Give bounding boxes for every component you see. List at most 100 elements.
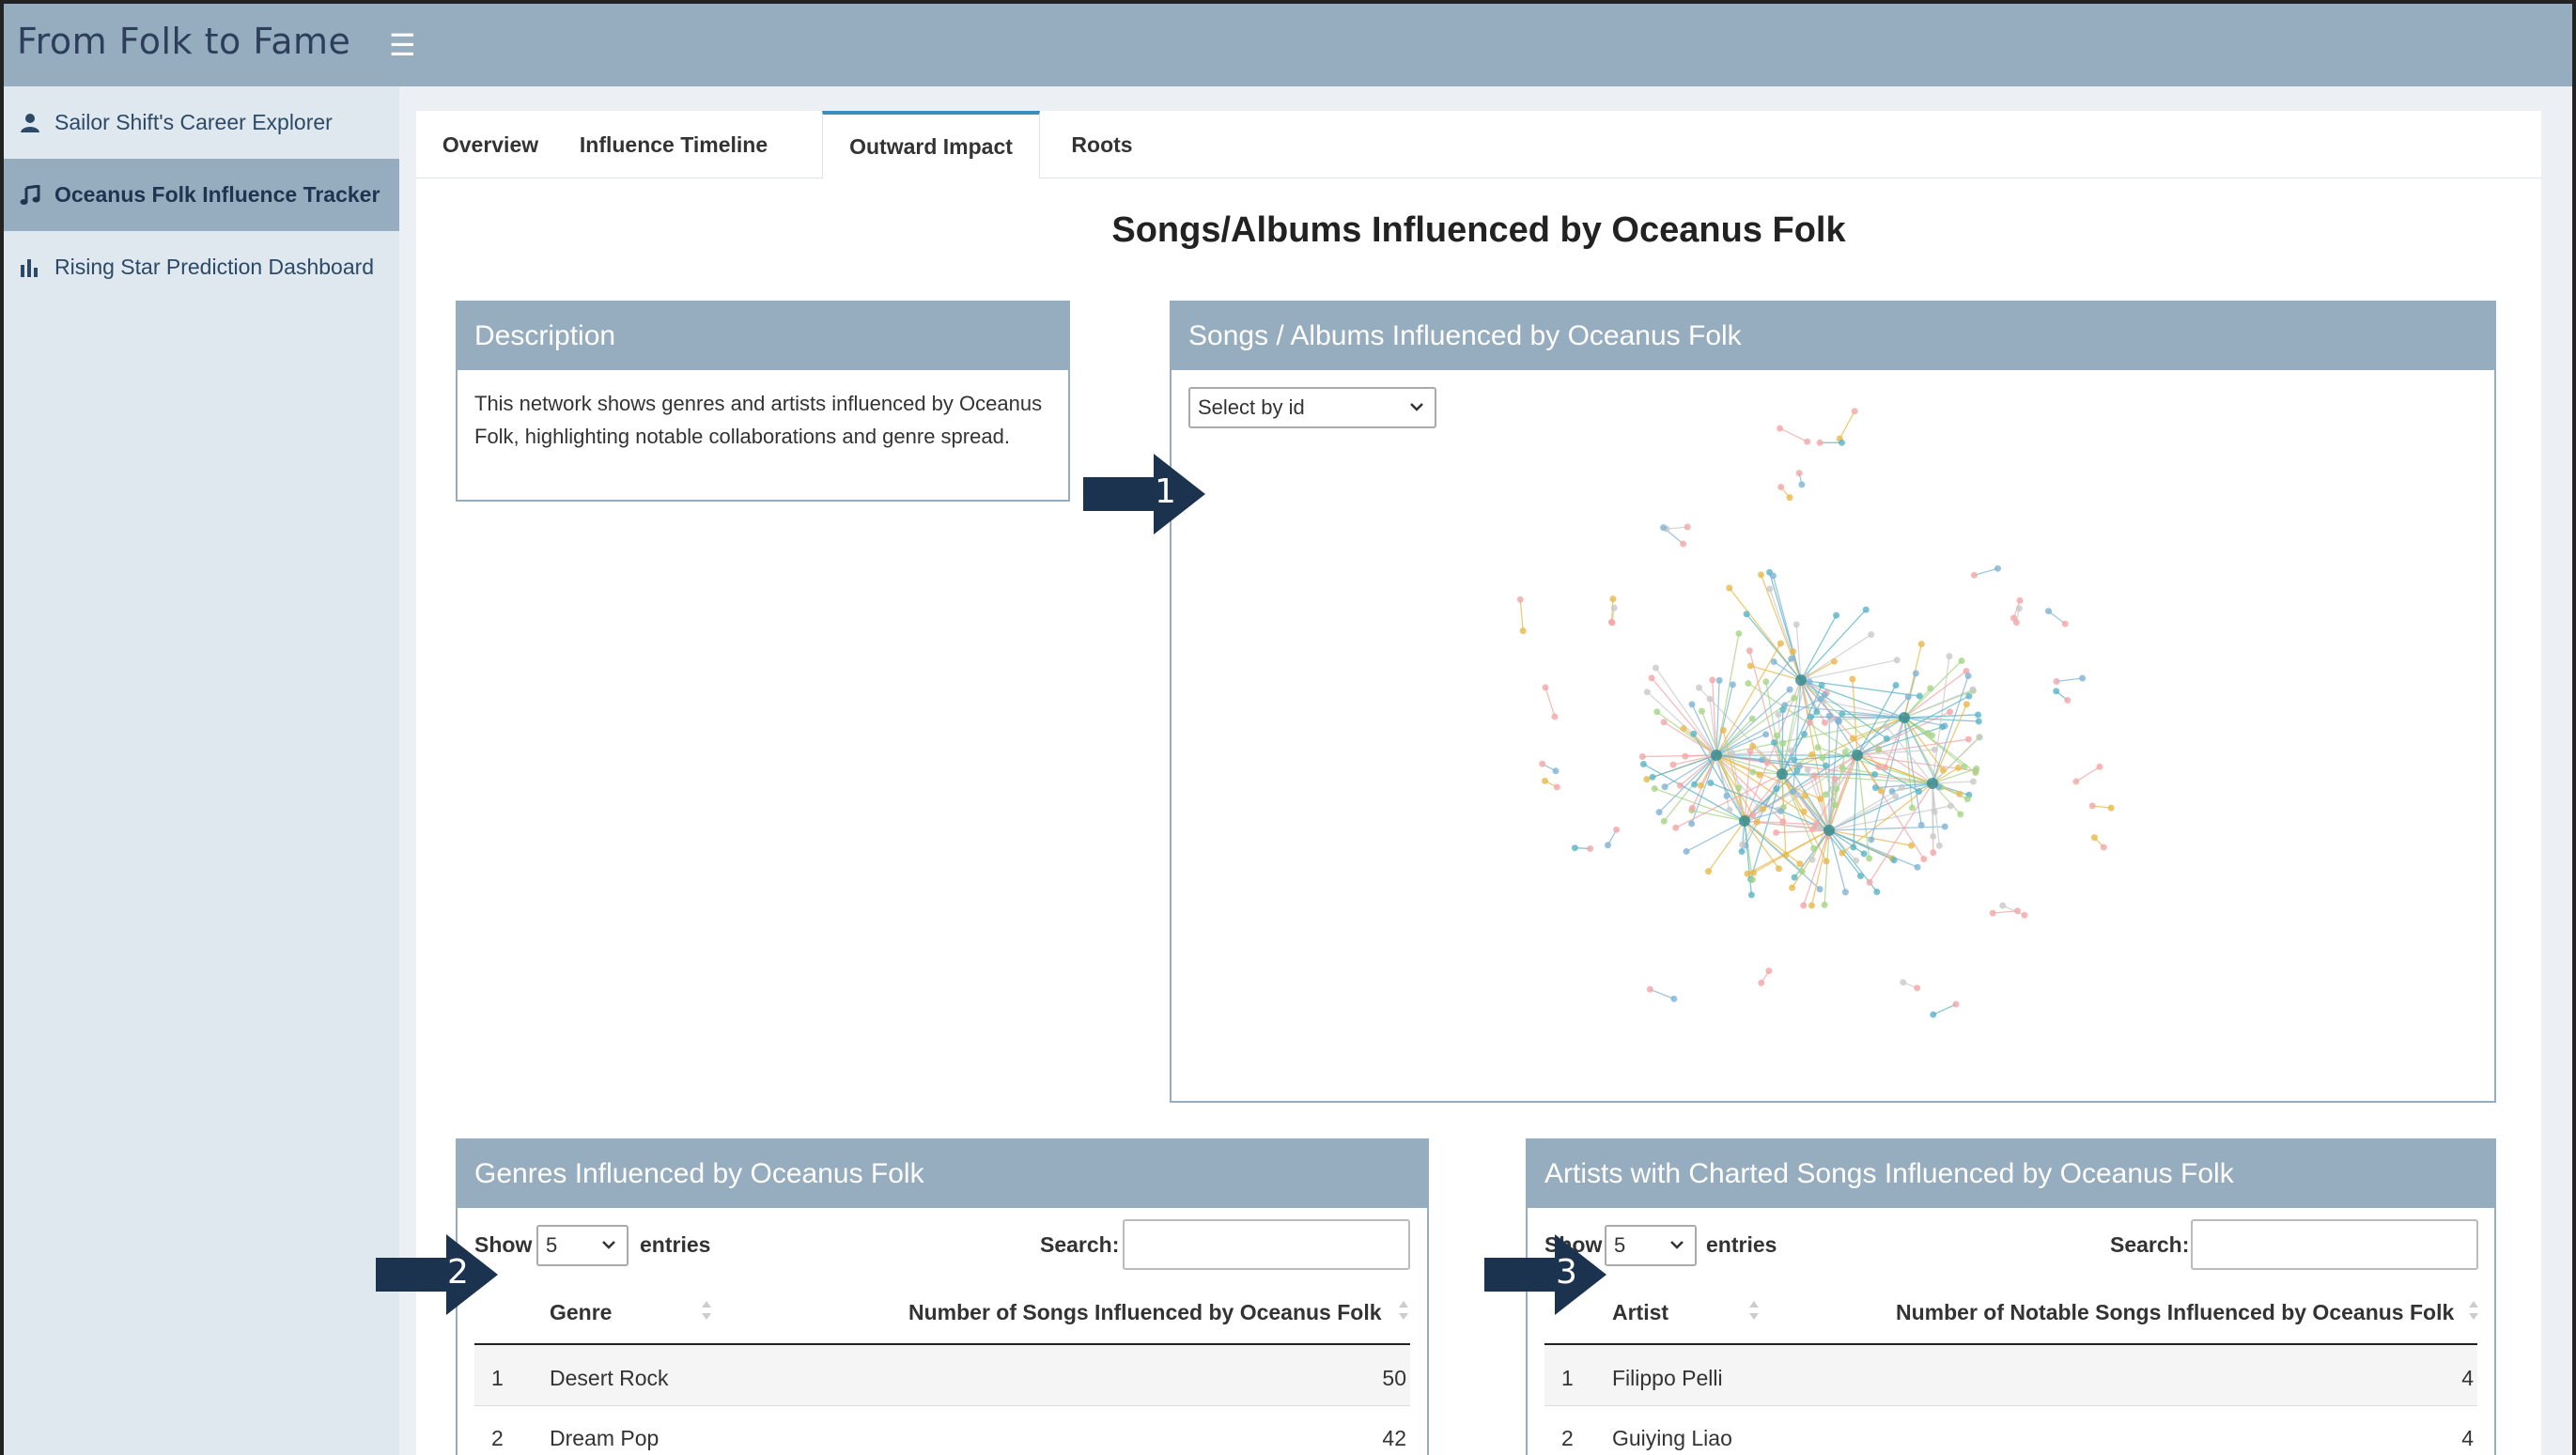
network-node[interactable]	[1715, 676, 1723, 684]
network-node[interactable]	[1969, 686, 1977, 693]
network-node[interactable]	[1769, 572, 1777, 580]
network-node[interactable]	[1777, 425, 1784, 432]
network-node[interactable]	[1899, 712, 1910, 723]
network-node[interactable]	[1849, 735, 1856, 742]
network-node[interactable]	[1683, 847, 1690, 855]
network-node[interactable]	[1749, 812, 1757, 819]
network-node[interactable]	[1516, 596, 1524, 603]
network-node[interactable]	[1873, 888, 1881, 895]
network-node[interactable]	[1726, 806, 1733, 813]
network-node[interactable]	[1930, 832, 1937, 840]
network-node[interactable]	[1908, 804, 1916, 812]
network-node[interactable]	[1821, 719, 1828, 726]
network-node[interactable]	[1964, 735, 1972, 743]
network-node[interactable]	[1994, 565, 2001, 572]
sort-icon[interactable]	[1397, 1298, 1410, 1323]
network-node[interactable]	[1749, 869, 1757, 876]
network-node[interactable]	[1813, 708, 1821, 716]
network-node[interactable]	[1800, 902, 1808, 909]
tab-roots[interactable]: Roots	[1040, 111, 1164, 178]
network-node[interactable]	[1762, 731, 1770, 738]
network-node[interactable]	[1719, 726, 1727, 734]
network-node[interactable]	[2015, 605, 2023, 612]
network-node[interactable]	[1652, 664, 1659, 672]
network-graph[interactable]	[1172, 370, 2494, 1101]
network-node[interactable]	[1793, 767, 1801, 775]
network-node[interactable]	[1999, 902, 2007, 909]
network-node[interactable]	[1744, 870, 1751, 877]
network-node[interactable]	[1773, 732, 1780, 739]
network-node[interactable]	[1539, 760, 1546, 767]
network-node[interactable]	[1841, 749, 1849, 756]
network-node[interactable]	[1690, 730, 1698, 737]
network-node[interactable]	[1753, 818, 1761, 826]
network-node[interactable]	[1747, 891, 1755, 899]
network-node[interactable]	[1748, 715, 1756, 722]
network-node[interactable]	[1610, 604, 1618, 611]
tab-influence-timeline[interactable]: Influence Timeline	[565, 111, 783, 178]
network-node[interactable]	[1956, 790, 1963, 797]
network-node[interactable]	[1798, 481, 1806, 488]
network-node[interactable]	[1779, 739, 1787, 747]
network-node[interactable]	[1946, 653, 1953, 660]
network-node[interactable]	[1519, 627, 1527, 635]
network-node[interactable]	[1670, 995, 1678, 1002]
network-node[interactable]	[1553, 783, 1560, 791]
network-node[interactable]	[1914, 984, 1921, 992]
network-node[interactable]	[1857, 873, 1865, 880]
network-node[interactable]	[1729, 681, 1736, 689]
network-node[interactable]	[1660, 524, 1668, 532]
network-node[interactable]	[1961, 763, 1968, 770]
network-node[interactable]	[1964, 673, 1972, 680]
network-node[interactable]	[1850, 844, 1857, 851]
network-node[interactable]	[2012, 619, 2020, 627]
network-node[interactable]	[1825, 712, 1833, 720]
network-node[interactable]	[1646, 985, 1653, 993]
network-node[interactable]	[1806, 719, 1813, 726]
network-node[interactable]	[1653, 708, 1661, 716]
network-node[interactable]	[1695, 684, 1702, 691]
genres-entries-select[interactable]: 5	[536, 1225, 628, 1266]
network-node[interactable]	[1904, 693, 1912, 701]
network-node[interactable]	[1723, 792, 1730, 799]
network-node[interactable]	[1795, 470, 1803, 477]
network-node[interactable]	[1818, 681, 1825, 689]
network-node[interactable]	[1773, 828, 1780, 836]
network-node[interactable]	[1801, 731, 1808, 738]
network-node[interactable]	[1777, 768, 1788, 780]
sidebar-item-influence-tracker[interactable]: Oceanus Folk Influence Tracker	[4, 159, 403, 231]
network-node[interactable]	[1680, 724, 1687, 732]
network-node[interactable]	[1931, 808, 1938, 815]
network-node[interactable]	[1823, 858, 1830, 865]
network-node[interactable]	[1789, 884, 1796, 891]
network-node[interactable]	[1927, 685, 1934, 692]
network-node[interactable]	[1707, 780, 1715, 787]
genres-search-input[interactable]	[1123, 1219, 1410, 1270]
network-node[interactable]	[1941, 823, 1948, 830]
network-node[interactable]	[1831, 801, 1839, 809]
network-node[interactable]	[1862, 606, 1870, 613]
network-node[interactable]	[1790, 788, 1797, 796]
network-node[interactable]	[1819, 754, 1826, 762]
network-node[interactable]	[1791, 874, 1798, 881]
network-node[interactable]	[1851, 408, 1858, 415]
network-node[interactable]	[1801, 792, 1808, 799]
network-node[interactable]	[1709, 676, 1716, 684]
network-node[interactable]	[1939, 723, 1947, 731]
network-node[interactable]	[1651, 785, 1658, 793]
network-node[interactable]	[1830, 658, 1838, 665]
network-node[interactable]	[1782, 851, 1790, 859]
network-node[interactable]	[1551, 713, 1559, 720]
network-node[interactable]	[1807, 713, 1814, 720]
network-node[interactable]	[1839, 764, 1846, 771]
network-node[interactable]	[1976, 734, 1983, 741]
network-node[interactable]	[1893, 657, 1901, 664]
col-genre-count[interactable]: Number of Songs Influenced by Oceanus Fo…	[908, 1300, 1382, 1325]
network-node[interactable]	[1779, 706, 1787, 714]
network-node[interactable]	[1833, 785, 1840, 793]
network-node[interactable]	[1609, 596, 1617, 603]
network-node[interactable]	[1816, 825, 1823, 832]
network-node[interactable]	[1777, 807, 1785, 814]
network-node[interactable]	[1759, 756, 1766, 764]
network-node[interactable]	[1866, 878, 1873, 886]
